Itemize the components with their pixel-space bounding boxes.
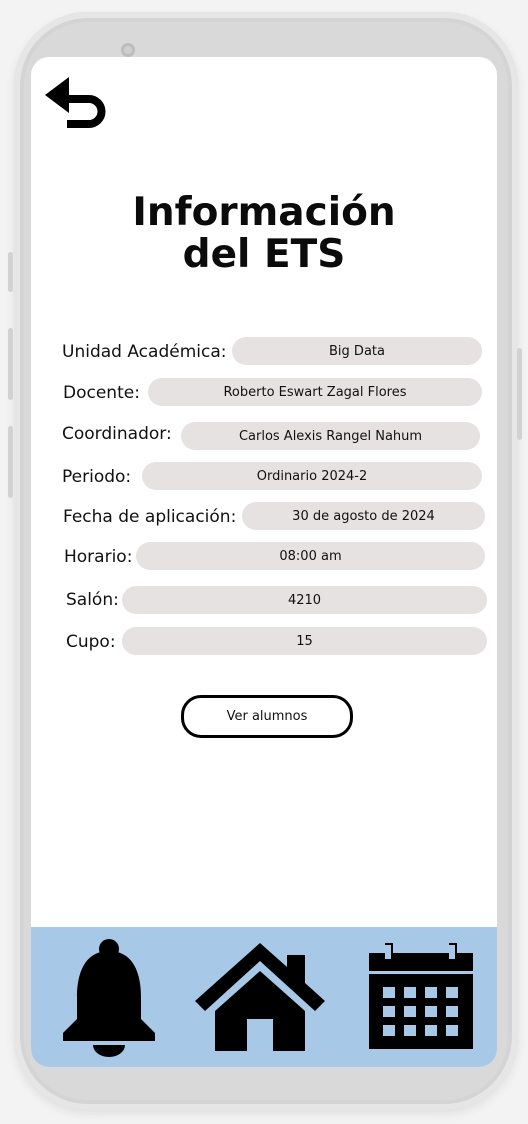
- page-title: Información del ETS: [31, 192, 497, 276]
- side-button: [8, 252, 13, 292]
- bottom-navigation: [31, 927, 497, 1067]
- bell-icon: [63, 939, 155, 1057]
- calendar-icon: [369, 943, 473, 1049]
- field-label-coordinador: Coordinador:: [62, 424, 172, 444]
- side-button: [8, 426, 13, 498]
- ver-alumnos-button[interactable]: Ver alumnos: [181, 695, 353, 738]
- field-value-unidad: Big Data: [232, 337, 482, 365]
- nav-home[interactable]: [193, 941, 327, 1053]
- field-value-salon: 4210: [122, 586, 487, 614]
- field-value-periodo: Ordinario 2024-2: [142, 462, 482, 490]
- back-button[interactable]: [43, 75, 113, 133]
- home-icon: [195, 943, 325, 1051]
- field-label-salon: Salón:: [66, 590, 119, 610]
- nav-calendar[interactable]: [367, 943, 475, 1051]
- nav-notifications[interactable]: [61, 937, 157, 1057]
- field-label-fecha: Fecha de aplicación:: [63, 507, 237, 527]
- undo-arrow-icon: [45, 77, 106, 128]
- field-label-cupo: Cupo:: [66, 632, 116, 652]
- field-label-unidad: Unidad Académica:: [62, 342, 227, 362]
- title-line-1: Información: [132, 190, 396, 235]
- field-value-docente: Roberto Eswart Zagal Flores: [148, 378, 482, 406]
- field-value-coordinador: Carlos Alexis Rangel Nahum: [181, 422, 480, 450]
- field-label-horario: Horario:: [64, 547, 133, 567]
- side-button: [517, 348, 522, 440]
- field-value-cupo: 15: [122, 627, 487, 655]
- front-camera: [121, 43, 135, 57]
- field-label-periodo: Periodo:: [62, 467, 132, 487]
- field-label-docente: Docente:: [63, 383, 140, 403]
- field-value-horario: 08:00 am: [136, 542, 485, 570]
- app-screen: Información del ETS Unidad Académica: Bi…: [31, 57, 497, 1067]
- field-value-fecha: 30 de agosto de 2024: [242, 502, 485, 530]
- title-line-2: del ETS: [182, 232, 346, 277]
- side-button: [8, 328, 13, 400]
